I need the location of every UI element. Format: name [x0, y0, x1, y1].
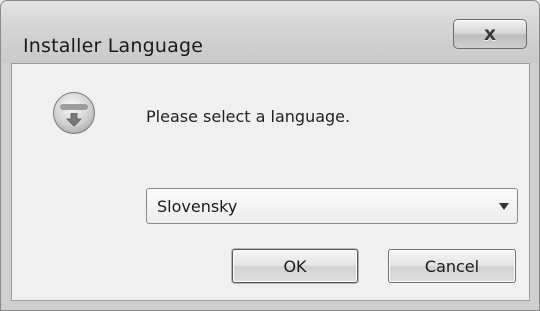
window-title: Installer Language	[23, 35, 204, 57]
ok-button[interactable]: OK	[232, 249, 358, 283]
cancel-button[interactable]: Cancel	[388, 249, 516, 283]
dialog-body: Please select a language. Slovensky OK C…	[11, 63, 530, 301]
download-arrow-icon	[66, 113, 82, 127]
installer-icon-band	[60, 104, 88, 110]
chevron-down-icon[interactable]	[499, 203, 509, 210]
language-select[interactable]: Slovensky	[146, 188, 518, 224]
installer-language-dialog: Installer Language x Please select a lan…	[0, 0, 540, 311]
installer-icon	[53, 92, 95, 134]
title-bar[interactable]: Installer Language x	[1, 1, 539, 63]
close-button[interactable]: x	[453, 19, 527, 49]
close-icon: x	[483, 22, 497, 45]
language-select-value: Slovensky	[157, 197, 238, 216]
language-prompt: Please select a language.	[146, 107, 351, 126]
